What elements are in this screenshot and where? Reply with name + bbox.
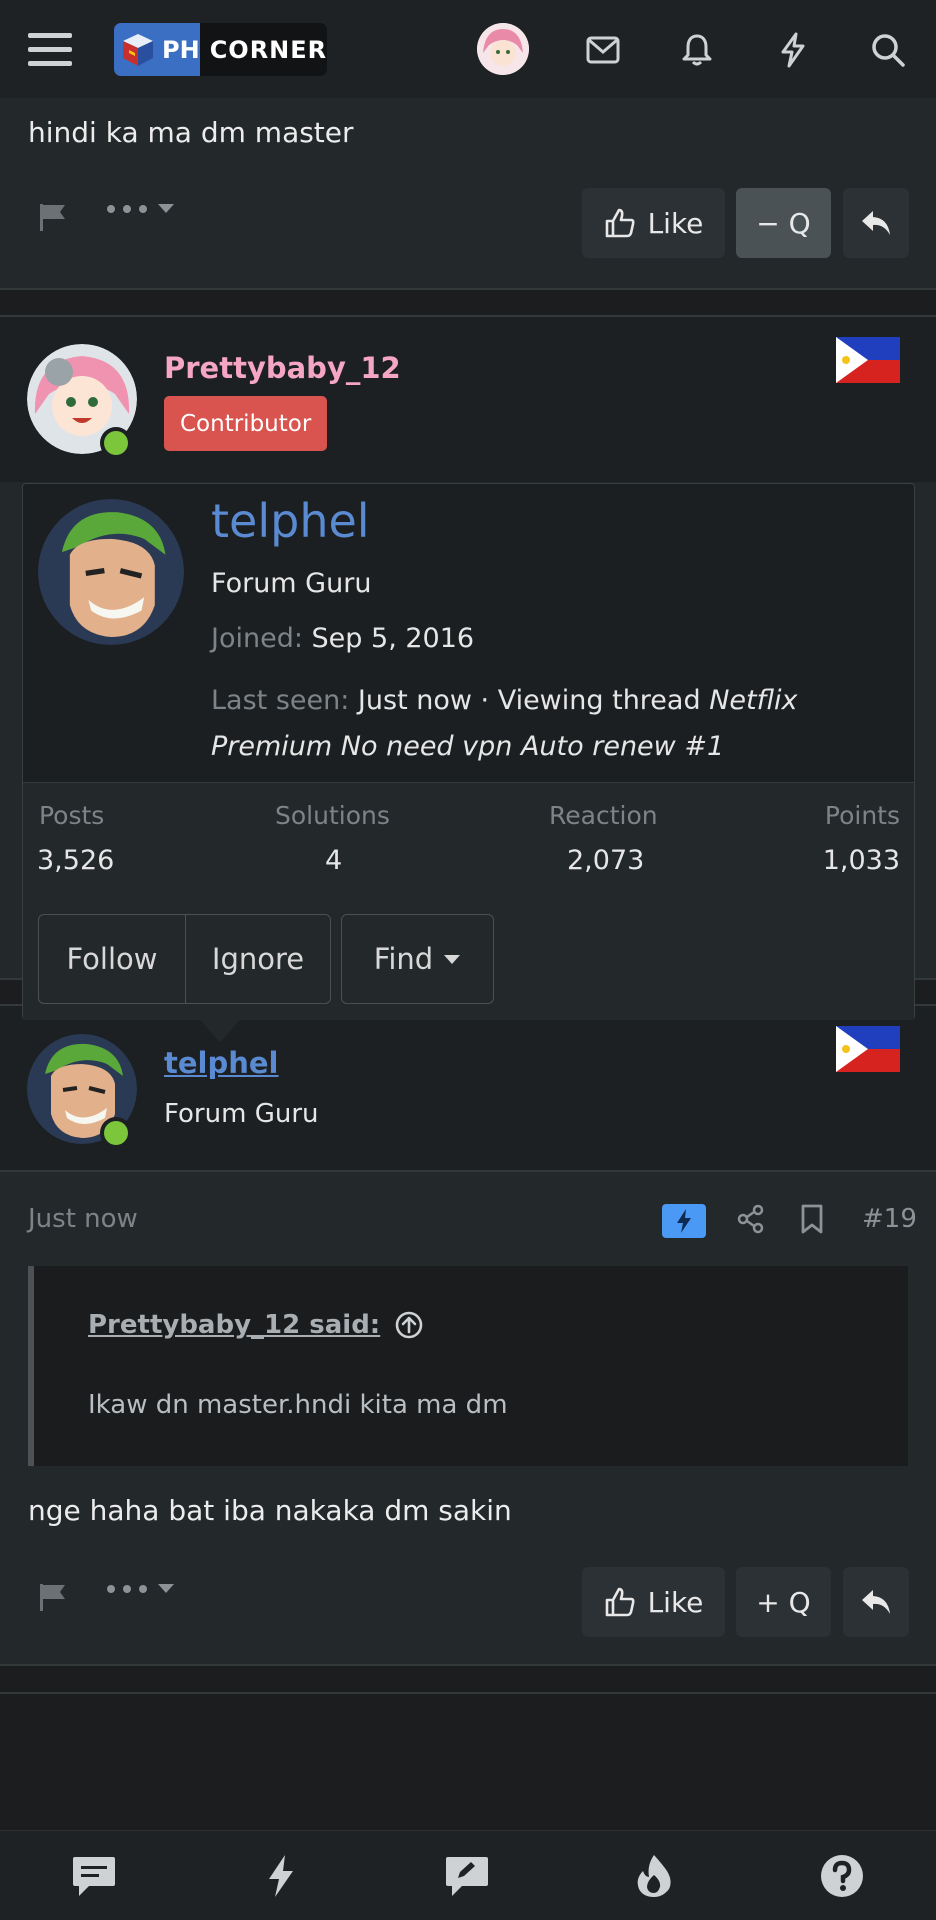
new-post-compose-icon[interactable] — [440, 1849, 494, 1903]
reply-icon — [862, 211, 890, 235]
follow-button[interactable]: Follow — [38, 914, 186, 1004]
username-link[interactable]: Prettybaby_12 — [164, 351, 401, 385]
popup-joined: Joined: Sep 5, 2016 — [211, 623, 474, 654]
post-timestamp[interactable]: Just now — [28, 1204, 138, 1234]
chevron-down-icon — [444, 954, 461, 964]
quote-author-link[interactable]: Prettybaby_12 said: — [88, 1310, 380, 1340]
whats-new-flash-icon[interactable] — [254, 1849, 308, 1903]
philippines-flag-icon — [836, 337, 900, 383]
quote-label: − Q — [756, 206, 811, 240]
inbox-icon[interactable] — [581, 28, 625, 72]
popup-avatar[interactable] — [38, 499, 184, 645]
joined-value: Sep 5, 2016 — [311, 623, 475, 654]
find-label: Find — [373, 942, 434, 976]
menu-icon[interactable] — [28, 28, 72, 72]
report-flag-icon[interactable] — [38, 202, 68, 232]
stat-label: Solutions — [275, 801, 390, 830]
site-logo[interactable]: PH CORNER — [114, 23, 327, 76]
member-tooltip: telphel Forum Guru Joined: Sep 5, 2016 L… — [22, 483, 915, 1020]
like-button[interactable]: Like — [582, 1567, 725, 1637]
popup-username[interactable]: telphel — [211, 494, 370, 548]
quote-block: Prettybaby_12 said: Ikaw dn master.hndi … — [28, 1266, 908, 1466]
logo-corner-text: CORNER — [199, 23, 327, 76]
logo-cube-icon — [123, 33, 153, 66]
more-options-icon[interactable] — [106, 1584, 174, 1594]
last-seen-value: Just now · Viewing thread — [357, 685, 701, 716]
stat-label: Posts — [39, 801, 105, 830]
stat-value: 1,033 — [822, 845, 900, 876]
user-title: Forum Guru — [164, 1099, 319, 1129]
post-previous: hindi ka ma dm master Like − Q — [0, 98, 936, 288]
post-text: hindi ka ma dm master — [28, 116, 354, 149]
like-label: Like — [647, 1585, 704, 1619]
stat-label: Points — [824, 801, 900, 830]
reply-button[interactable] — [843, 188, 909, 258]
find-dropdown-button[interactable]: Find — [341, 914, 494, 1004]
forums-chat-icon[interactable] — [67, 1849, 121, 1903]
post-number-link[interactable]: #19 — [862, 1204, 917, 1234]
viewing-thread-link[interactable]: Netflix — [709, 685, 797, 716]
search-icon[interactable] — [866, 28, 910, 72]
multi-quote-button[interactable]: + Q — [736, 1567, 831, 1637]
last-seen-label: Last seen: — [211, 685, 350, 716]
flash-badge-icon[interactable] — [662, 1204, 706, 1238]
joined-label: Joined: — [211, 623, 303, 654]
philippines-flag-icon — [836, 1026, 900, 1072]
user-avatar[interactable] — [477, 23, 529, 75]
post-user-header: Prettybaby_12 Contributor — [0, 317, 936, 482]
ignore-button[interactable]: Ignore — [185, 914, 331, 1004]
more-options-icon[interactable] — [106, 204, 174, 214]
reply-icon — [862, 1590, 890, 1614]
like-button[interactable]: Like — [582, 188, 725, 258]
username-link[interactable]: telphel — [164, 1046, 279, 1080]
divider — [0, 1664, 936, 1666]
like-label: Like — [647, 206, 704, 240]
thumbs-up-icon — [605, 208, 635, 238]
online-status-indicator — [100, 1117, 132, 1149]
post-user-header: telphel Forum Guru — [0, 1006, 936, 1170]
go-to-quote-icon[interactable] — [394, 1310, 424, 1340]
stat-value: 4 — [325, 845, 343, 876]
trending-fire-icon[interactable] — [627, 1849, 681, 1903]
popup-user-title: Forum Guru — [211, 568, 372, 599]
quote-text: Ikaw dn master.hndi kita ma dm — [88, 1390, 508, 1420]
stat-value: 3,526 — [37, 845, 115, 876]
multi-quote-button[interactable]: − Q — [736, 188, 831, 258]
user-title-badge: Contributor — [164, 396, 328, 451]
help-question-icon[interactable] — [815, 1849, 869, 1903]
quote-label: + Q — [756, 1585, 811, 1619]
popup-last-seen: Last seen: Just now · Viewing thread Net… — [211, 678, 901, 770]
tooltip-arrow — [198, 1018, 242, 1042]
post-text: nge haha bat iba nakaka dm sakin — [28, 1494, 512, 1527]
online-status-indicator — [100, 427, 132, 459]
viewing-thread-link-cont[interactable]: Premium No need vpn Auto renew #1 — [211, 731, 724, 762]
stat-label: Reaction — [549, 801, 658, 830]
share-icon[interactable] — [737, 1204, 765, 1234]
bottom-navigation-bar — [0, 1830, 936, 1920]
logo-ph-text: PH — [162, 35, 200, 64]
report-flag-icon[interactable] — [38, 1582, 68, 1612]
flash-icon[interactable] — [771, 28, 815, 72]
post-gap — [0, 290, 936, 315]
bookmark-icon[interactable] — [800, 1204, 824, 1234]
reply-button[interactable] — [843, 1567, 909, 1637]
stat-value: 2,073 — [567, 845, 645, 876]
divider — [0, 1692, 936, 1694]
bell-icon[interactable] — [675, 28, 719, 72]
top-navigation-bar: PH CORNER — [0, 0, 936, 98]
thumbs-up-icon — [605, 1587, 635, 1617]
